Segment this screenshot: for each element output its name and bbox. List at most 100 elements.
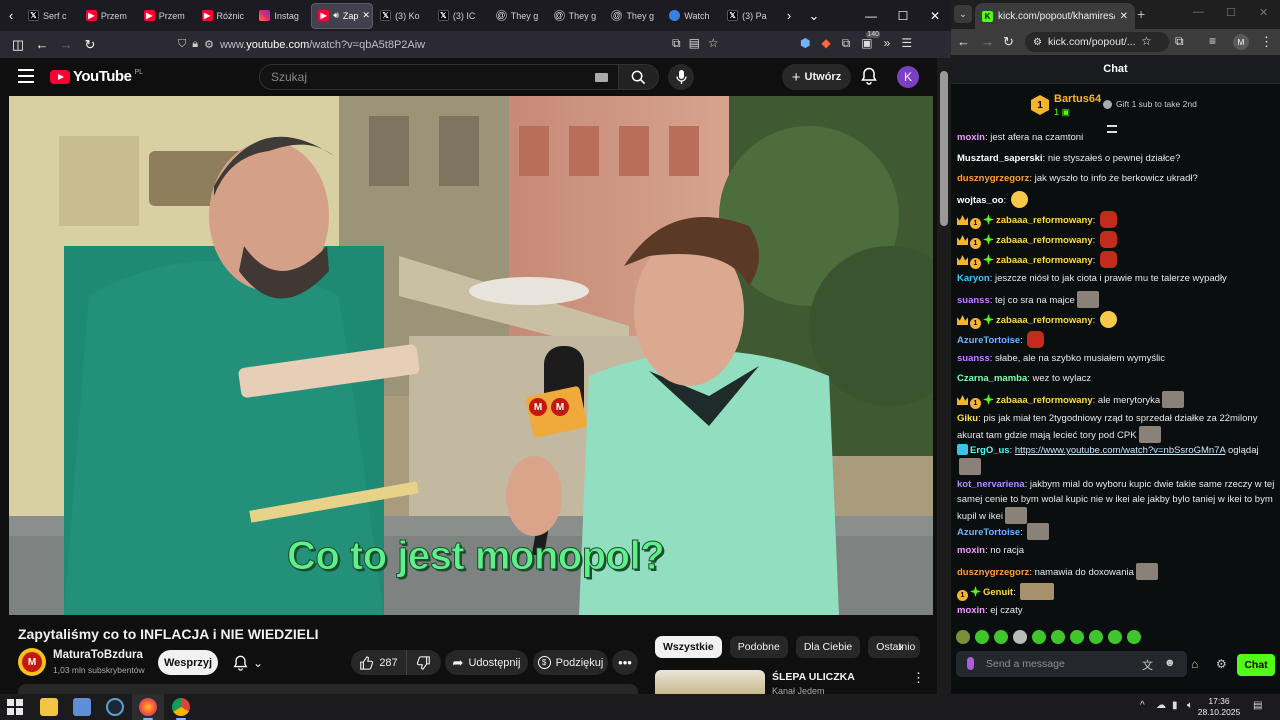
image-emote-icon[interactable] [1135,563,1158,580]
chat-username[interactable]: ErgO_us [970,445,1010,456]
reader-icon[interactable]: ▤ [689,36,700,51]
emoji-picker-icon[interactable]: ☻ [1164,657,1176,669]
chat-username[interactable]: Karyon [957,273,990,284]
tab-scroll-left-icon[interactable]: ‹ [0,0,22,31]
support-button[interactable]: Wesprzyj [158,650,218,675]
emote-7-icon[interactable] [1070,630,1084,644]
chrome-forward-icon[interactable]: → [981,34,994,49]
top-gifter-name[interactable]: Bartus64 [1054,93,1101,105]
minimize-icon[interactable]: — [855,0,887,31]
chrome-media-icon[interactable]: ≡ [1209,34,1216,48]
tab-search-icon[interactable]: ⌄ [954,5,972,23]
screenshot-icon[interactable]: ⧉ [672,36,681,51]
chrome-bookmark-icon[interactable]: ☆ [1141,34,1152,48]
extension-badge-icon[interactable]: ▣ 140 [861,31,880,51]
chat-username[interactable]: Genuit [983,587,1013,598]
chat-username[interactable]: Czarna_mamba [957,373,1027,384]
image-emote-icon[interactable] [1162,391,1185,408]
chips-next-chevron-icon[interactable]: › [898,638,903,654]
sidebar-icon[interactable]: ◫ [6,33,30,57]
chat-link[interactable]: https://www.youtube.com/watch?v=nbSsroGM… [1015,445,1225,456]
scrollbar-thumb[interactable] [940,71,948,226]
translate-icon[interactable]: 文 [1142,657,1153,673]
channel-avatar[interactable]: M [18,648,46,676]
chat-mic-icon[interactable] [967,657,974,670]
chrome-menu-icon[interactable]: ⋮ [1260,34,1273,50]
recommended-more-icon[interactable]: ⋮ [912,670,925,686]
chat-message-input[interactable]: Send a message 文 ☻ [956,651,1187,677]
tray-cloud-icon[interactable]: ☁ [1156,700,1166,711]
firefox-icon[interactable] [139,698,157,716]
chat-username[interactable]: moxin [957,545,985,556]
firefox-tab[interactable]: 𝕏 Serf c [22,3,79,29]
chrome-tab-kick[interactable]: K kick.com/popout/khamires/chat ✕ [975,3,1135,29]
emote-4-icon[interactable] [1013,630,1027,644]
dislike-button[interactable] [407,650,441,675]
chat-username[interactable]: AzureTortoise [957,527,1020,538]
image-emote-icon[interactable] [1020,583,1055,600]
search-button[interactable] [618,64,659,90]
create-button[interactable]: + Utwórz [782,64,851,90]
notification-center-icon[interactable]: ▤ [1253,700,1262,711]
firefox-tab[interactable]: 𝕏 (3) Ko [374,3,431,29]
maximize-icon[interactable]: ☐ [887,0,919,31]
devil-emote-icon[interactable] [1027,331,1045,348]
notifications-bell-icon[interactable] [861,67,877,88]
filter-chip[interactable]: Wszystkie [655,636,722,658]
filter-chip[interactable]: Ostatnio [868,636,921,658]
chrome-icon[interactable] [172,698,190,716]
chat-settings-gear-icon[interactable]: ⚙︎ [1216,657,1227,671]
chat-username[interactable]: zabaaa_reformowany [996,315,1093,326]
chat-username[interactable]: zabaaa_reformowany [996,255,1093,266]
bookmark-star-icon[interactable]: ☆ [708,36,719,51]
chat-username[interactable]: Musztard_saperski [957,153,1043,164]
chat-username[interactable]: wojtas_oo [957,195,1003,206]
thanks-button[interactable]: $ Podziękuj [533,650,608,675]
firefox-tab[interactable]: Instag [253,3,310,29]
laughing-emote-icon[interactable] [1099,311,1117,328]
image-emote-icon[interactable] [1138,426,1161,443]
chat-username[interactable]: zabaaa_reformowany [996,235,1093,246]
chat-username[interactable]: dusznygrzegorz [957,173,1029,184]
emote-6-icon[interactable] [1051,630,1065,644]
tab-scroll-right-icon[interactable]: › [778,0,800,31]
image-emote-icon[interactable] [1076,291,1099,308]
chat-username[interactable]: dusznygrzegorz [957,567,1029,578]
devil-emote-icon[interactable] [1099,251,1117,268]
tray-chevron-up-icon[interactable]: ^ [1140,700,1145,711]
tray-volume-icon[interactable]: 🔈︎ [1187,700,1193,711]
close-tab-icon[interactable]: ✕ [362,10,370,21]
recommended-thumbnail[interactable] [655,670,765,694]
voice-search-button[interactable] [668,64,694,90]
chrome-minimize-icon[interactable]: — [1193,6,1204,18]
firefox-tab[interactable]: 𝕏 (3) Pa [721,3,778,29]
reload-icon[interactable]: ↻ [78,33,102,57]
share-button[interactable]: ➦ Udostępnij [445,650,528,675]
search-input[interactable]: Szukaj [259,64,619,90]
firefox-tab[interactable]: @ They g [548,3,605,29]
video-player[interactable]: M M Co to jest monopol? [9,96,933,615]
chrome-profile-avatar[interactable]: M [1233,34,1249,50]
chrome-back-icon[interactable]: ← [957,34,970,49]
firefox-tab[interactable]: ▶ Przem [138,3,195,29]
file-explorer-icon[interactable] [40,698,58,716]
steam-icon[interactable] [106,698,124,716]
chrome-extensions-icon[interactable]: ⧉ [1175,34,1184,49]
chat-username[interactable]: moxin [957,132,985,143]
computer-icon[interactable] [73,698,91,716]
channel-name[interactable]: MaturaToBzdura [53,649,143,661]
devil-emote-icon[interactable] [1099,211,1117,228]
more-actions-icon[interactable]: ••• [612,650,638,675]
close-window-icon[interactable]: ✕ [919,0,951,31]
close-tab-icon[interactable]: ✕ [1120,11,1128,22]
subscription-bell-button[interactable]: ⌄ [223,650,273,675]
laughing-emote-icon[interactable] [1010,191,1028,208]
emote-8-icon[interactable] [1089,630,1103,644]
youtube-logo[interactable]: YouTube PL [50,68,143,85]
tray-usb-icon[interactable]: ▮ [1172,700,1178,711]
chrome-reload-icon[interactable]: ↻ [1003,34,1014,50]
firefox-tab[interactable]: ▶ Różnic [196,3,253,29]
extension-fox-icon[interactable]: ◆ [821,36,830,51]
like-button[interactable]: 287 [351,650,407,675]
back-icon[interactable]: ← [30,33,54,57]
